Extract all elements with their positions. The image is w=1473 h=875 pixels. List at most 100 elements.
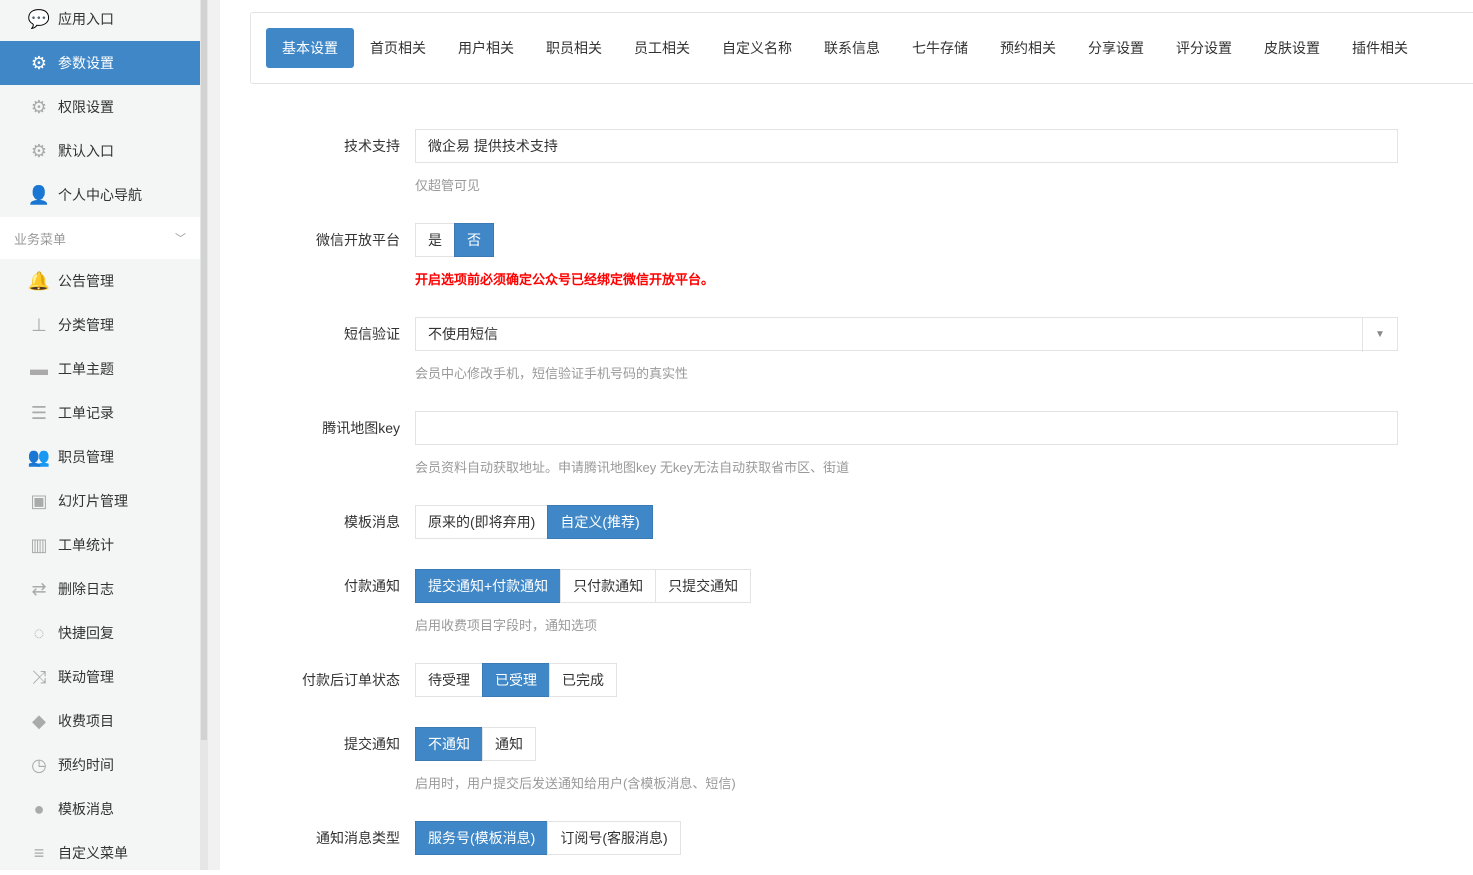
sidebar-item[interactable]: ☰ 工单记录 (0, 391, 200, 435)
clock-icon: ◷ (31, 754, 47, 775)
caret-down-icon: ▼ (1362, 318, 1397, 352)
sidebar-item-label: 职员管理 (58, 449, 114, 465)
settings-tabs: 基本设置 首页相关 用户相关 职员相关 员工相关 自定义名称 联系信息 七牛存储 预约相关 分享设… (250, 12, 1473, 84)
tpl-button-group: 原来的(即将弃用) 自定义(推荐) (415, 505, 653, 539)
warning-text: 开启选项前必须确定公众号已经绑定微信开放平台。 (415, 272, 715, 287)
sidebar-group-business[interactable]: 业务菜单 ﹀ (0, 217, 200, 259)
gear-icon: ⚙ (30, 140, 48, 161)
user-icon: 👤 (27, 184, 51, 205)
tab[interactable]: 分享设置 (1072, 28, 1160, 68)
sidebar-item[interactable]: ● 模板消息 (0, 787, 200, 831)
users-icon: 👥 (27, 446, 51, 467)
sidebar-item[interactable]: ▬ 工单主题 (0, 347, 200, 391)
tab[interactable]: 皮肤设置 (1248, 28, 1336, 68)
field-label: 提交通知 (344, 736, 400, 752)
field-label: 腾讯地图key (322, 420, 400, 436)
sidebar-item[interactable]: ⤨ 联动管理 (0, 655, 200, 699)
main-content: 基本设置 首页相关 用户相关 职员相关 员工相关 自定义名称 联系信息 七牛存储 预约相关 分享设… (220, 0, 1473, 870)
help-text: 会员中心修改手机，短信验证手机号码的真实性 (415, 366, 689, 381)
option-button[interactable]: 待受理 (415, 663, 483, 697)
sms-select-value: 不使用短信 (428, 326, 498, 342)
tab[interactable]: 用户相关 (442, 28, 530, 68)
gear-icon: ⚙ (30, 52, 48, 73)
option-button[interactable]: 服务号(模板消息) (415, 821, 549, 855)
sidebar-item[interactable]: ≡ 自定义菜单 (0, 831, 200, 875)
pay-button-group: 提交通知+付款通知 只付款通知 只提交通知 (415, 569, 752, 603)
tab[interactable]: 评分设置 (1160, 28, 1248, 68)
tab[interactable]: 七牛存储 (896, 28, 984, 68)
tab[interactable]: 职员相关 (530, 28, 618, 68)
sidebar-item[interactable]: ⚙ 默认入口 (0, 129, 200, 173)
help-text: 仅超管可见 (415, 178, 481, 193)
option-button[interactable]: 只付款通知 (560, 569, 657, 603)
sidebar-item[interactable]: ⚙ 参数设置 (0, 41, 200, 85)
field-label: 微信开放平台 (316, 232, 400, 248)
sidebar-item-label: 收费项目 (58, 713, 114, 729)
field-label: 付款通知 (344, 578, 400, 594)
option-button[interactable]: 订阅号(客服消息) (547, 821, 681, 855)
retweet-icon: ⇄ (31, 578, 47, 599)
sidebar-item[interactable]: 👥 职员管理 (0, 435, 200, 479)
option-button[interactable]: 通知 (482, 727, 536, 761)
sidebar-item-label: 应用入口 (58, 11, 114, 27)
option-button[interactable]: 原来的(即将弃用) (415, 505, 549, 539)
sitemap-icon: ⊥ (31, 314, 47, 335)
sidebar-item[interactable]: ⚙ 权限设置 (0, 85, 200, 129)
bar-chart-icon: ▥ (30, 534, 48, 555)
bell-icon: 🔔 (27, 270, 51, 291)
tab[interactable]: 预约相关 (984, 28, 1072, 68)
tab[interactable]: 基本设置 (266, 28, 354, 68)
group-label: 业务菜单 (14, 231, 67, 247)
chevron-down-icon: ﹀ (175, 233, 186, 245)
tab[interactable]: 首页相关 (354, 28, 442, 68)
tags-icon: ◆ (32, 710, 46, 731)
sidebar-item[interactable]: ▥ 工单统计 (0, 523, 200, 567)
field-sms: 短信验证 不使用短信 ▼ 会员中心修改手机，短信验证手机号码的真实性 (220, 317, 1400, 381)
option-button[interactable]: 只提交通知 (655, 569, 752, 603)
tab[interactable]: 员工相关 (618, 28, 706, 68)
field-label: 通知消息类型 (316, 830, 400, 846)
sidebar-item-label: 分类管理 (58, 317, 114, 333)
sidebar-item-label: 快捷回复 (58, 625, 114, 641)
field-label: 付款后订单状态 (302, 672, 400, 688)
sidebar-item[interactable]: 👤 个人中心导航 (0, 173, 200, 217)
field-label: 短信验证 (344, 326, 400, 342)
sidebar: 💬 应用入口 ⚙ 参数设置 ⚙ 权限设置 ⚙ 默认入口 👤 个人中心导航 业务菜单 ﹀ 🔔 公告管理 ⊥… (0, 0, 200, 870)
option-button[interactable]: 否 (454, 223, 494, 257)
sidebar-item[interactable]: ◌ 快捷回复 (0, 611, 200, 655)
sidebar-item[interactable]: ⇄ 删除日志 (0, 567, 200, 611)
sidebar-item-label: 删除日志 (58, 581, 114, 597)
option-button[interactable]: 是 (415, 223, 455, 257)
briefcase-icon: ▬ (30, 358, 48, 379)
sidebar-item[interactable]: ◷ 预约时间 (0, 743, 200, 787)
sidebar-item-label: 预约时间 (58, 757, 114, 773)
option-button[interactable]: 已受理 (482, 663, 550, 697)
chat-icon: 💬 (27, 8, 51, 29)
sidebar-item[interactable]: 🔔 公告管理 (0, 259, 200, 303)
sidebar-item[interactable]: ◆ 收费项目 (0, 699, 200, 743)
help-text: 启用时，用户提交后发送通知给用户(含模板消息、短信) (415, 776, 736, 791)
option-button[interactable]: 提交通知+付款通知 (415, 569, 562, 603)
sidebar-item-label: 自定义菜单 (58, 845, 128, 861)
map-key-input[interactable] (415, 411, 1398, 445)
option-button[interactable]: 不通知 (415, 727, 483, 761)
sidebar-item-label: 权限设置 (58, 99, 114, 115)
tab[interactable]: 自定义名称 (706, 28, 808, 68)
sidebar-item-label: 幻灯片管理 (58, 493, 128, 509)
divider (208, 0, 220, 870)
sidebar-item[interactable]: 💬 应用入口 (0, 0, 200, 41)
sidebar-item-label: 个人中心导航 (58, 187, 142, 203)
sidebar-item-label: 工单主题 (58, 361, 114, 377)
option-button[interactable]: 已完成 (549, 663, 617, 697)
tab[interactable]: 联系信息 (808, 28, 896, 68)
option-button[interactable]: 自定义(推荐) (547, 505, 653, 539)
tab[interactable]: 插件相关 (1336, 28, 1424, 68)
sidebar-scrollbar-thumb[interactable] (201, 0, 207, 740)
sms-select[interactable]: 不使用短信 ▼ (415, 317, 1398, 352)
image-icon: ▣ (30, 490, 48, 511)
sidebar-item[interactable]: ▣ 幻灯片管理 (0, 479, 200, 523)
sidebar-item[interactable]: ⊥ 分类管理 (0, 303, 200, 347)
field-label: 技术支持 (344, 138, 400, 154)
tech-support-input[interactable]: 微企易 提供技术支持 (415, 129, 1398, 163)
list-icon: ☰ (30, 402, 48, 423)
